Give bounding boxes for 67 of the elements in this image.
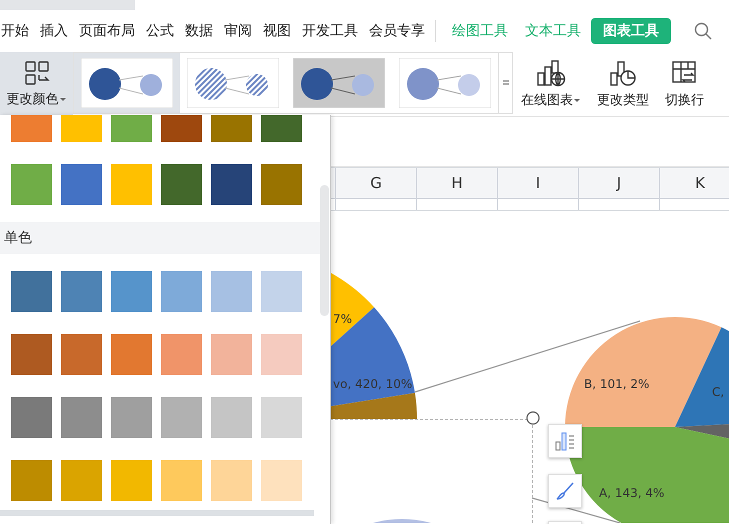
menu-tab[interactable]: 开始: [0, 18, 30, 44]
color-swatch[interactable]: [61, 164, 102, 205]
chart-style-option[interactable]: [74, 53, 180, 113]
column-header[interactable]: G: [335, 168, 416, 198]
color-swatch[interactable]: [261, 334, 302, 375]
color-swatch[interactable]: [261, 397, 302, 438]
data-label: C,: [712, 385, 724, 399]
more-styles-button[interactable]: [498, 53, 512, 113]
color-swatch[interactable]: [11, 334, 52, 375]
menu-tab[interactable]: 审阅: [223, 18, 253, 44]
color-swatch[interactable]: [211, 164, 252, 205]
chart-globe-icon: [536, 59, 566, 87]
color-swatch[interactable]: [11, 164, 52, 205]
color-swatch[interactable]: [161, 334, 202, 375]
data-label: A, 143, 4%: [599, 486, 664, 500]
grid-arrow-icon: [22, 60, 50, 86]
column-header[interactable]: I: [497, 168, 578, 198]
color-swatch[interactable]: [211, 271, 252, 312]
caret-icon: [573, 98, 581, 104]
chart-style-button[interactable]: [548, 474, 582, 508]
lines-icon: [502, 79, 510, 87]
color-swatch[interactable]: [161, 271, 202, 312]
color-swatch[interactable]: [261, 164, 302, 205]
color-swatch[interactable]: [11, 271, 52, 312]
color-swatch[interactable]: [61, 460, 102, 501]
section-header: 单色: [0, 222, 320, 254]
scrollbar[interactable]: [320, 185, 329, 316]
column-header[interactable]: H: [416, 168, 497, 198]
menu-tab[interactable]: 页面布局: [78, 18, 136, 44]
menu-tab[interactable]: 公式: [145, 18, 175, 44]
color-swatch[interactable]: [61, 334, 102, 375]
color-swatch[interactable]: [211, 460, 252, 501]
color-swatch[interactable]: [111, 397, 152, 438]
brush-icon: [554, 480, 576, 502]
color-swatch[interactable]: [61, 397, 102, 438]
color-swatch[interactable]: [11, 460, 52, 501]
color-swatch[interactable]: [161, 460, 202, 501]
color-swatch[interactable]: [111, 271, 152, 312]
chart-elements-button[interactable]: [548, 424, 582, 458]
color-swatch[interactable]: [161, 164, 202, 205]
color-swatch[interactable]: [111, 164, 152, 205]
color-swatch[interactable]: [61, 271, 102, 312]
color-swatch[interactable]: [11, 397, 52, 438]
menu-tab[interactable]: 插入: [39, 18, 69, 44]
change-color-button[interactable]: 更改颜色: [0, 52, 73, 116]
color-swatch[interactable]: [161, 397, 202, 438]
color-swatch[interactable]: [211, 397, 252, 438]
color-swatch[interactable]: [111, 334, 152, 375]
resize-handle[interactable]: [526, 411, 540, 425]
data-label: B, 101, 2%: [584, 377, 650, 391]
menu-tab[interactable]: 会员专享: [368, 18, 426, 44]
column-header[interactable]: K: [659, 168, 729, 198]
search-icon[interactable]: [694, 22, 712, 40]
column-header[interactable]: J: [578, 168, 659, 198]
color-swatch[interactable]: [111, 460, 152, 501]
menu-tab[interactable]: 视图: [262, 18, 292, 44]
menu-tab[interactable]: 数据: [184, 18, 214, 44]
scrollbar[interactable]: [0, 510, 314, 516]
data-label: vo, 420, 10%: [333, 377, 412, 391]
bar-list-icon: [554, 430, 576, 452]
menu-tab[interactable]: 开发工具: [301, 18, 359, 44]
color-swatch[interactable]: [261, 271, 302, 312]
caret-icon: [58, 97, 66, 103]
data-label: 7%: [333, 312, 352, 326]
color-swatch[interactable]: [261, 460, 302, 501]
color-swatch[interactable]: [211, 334, 252, 375]
chart-clock-icon: [608, 59, 638, 87]
